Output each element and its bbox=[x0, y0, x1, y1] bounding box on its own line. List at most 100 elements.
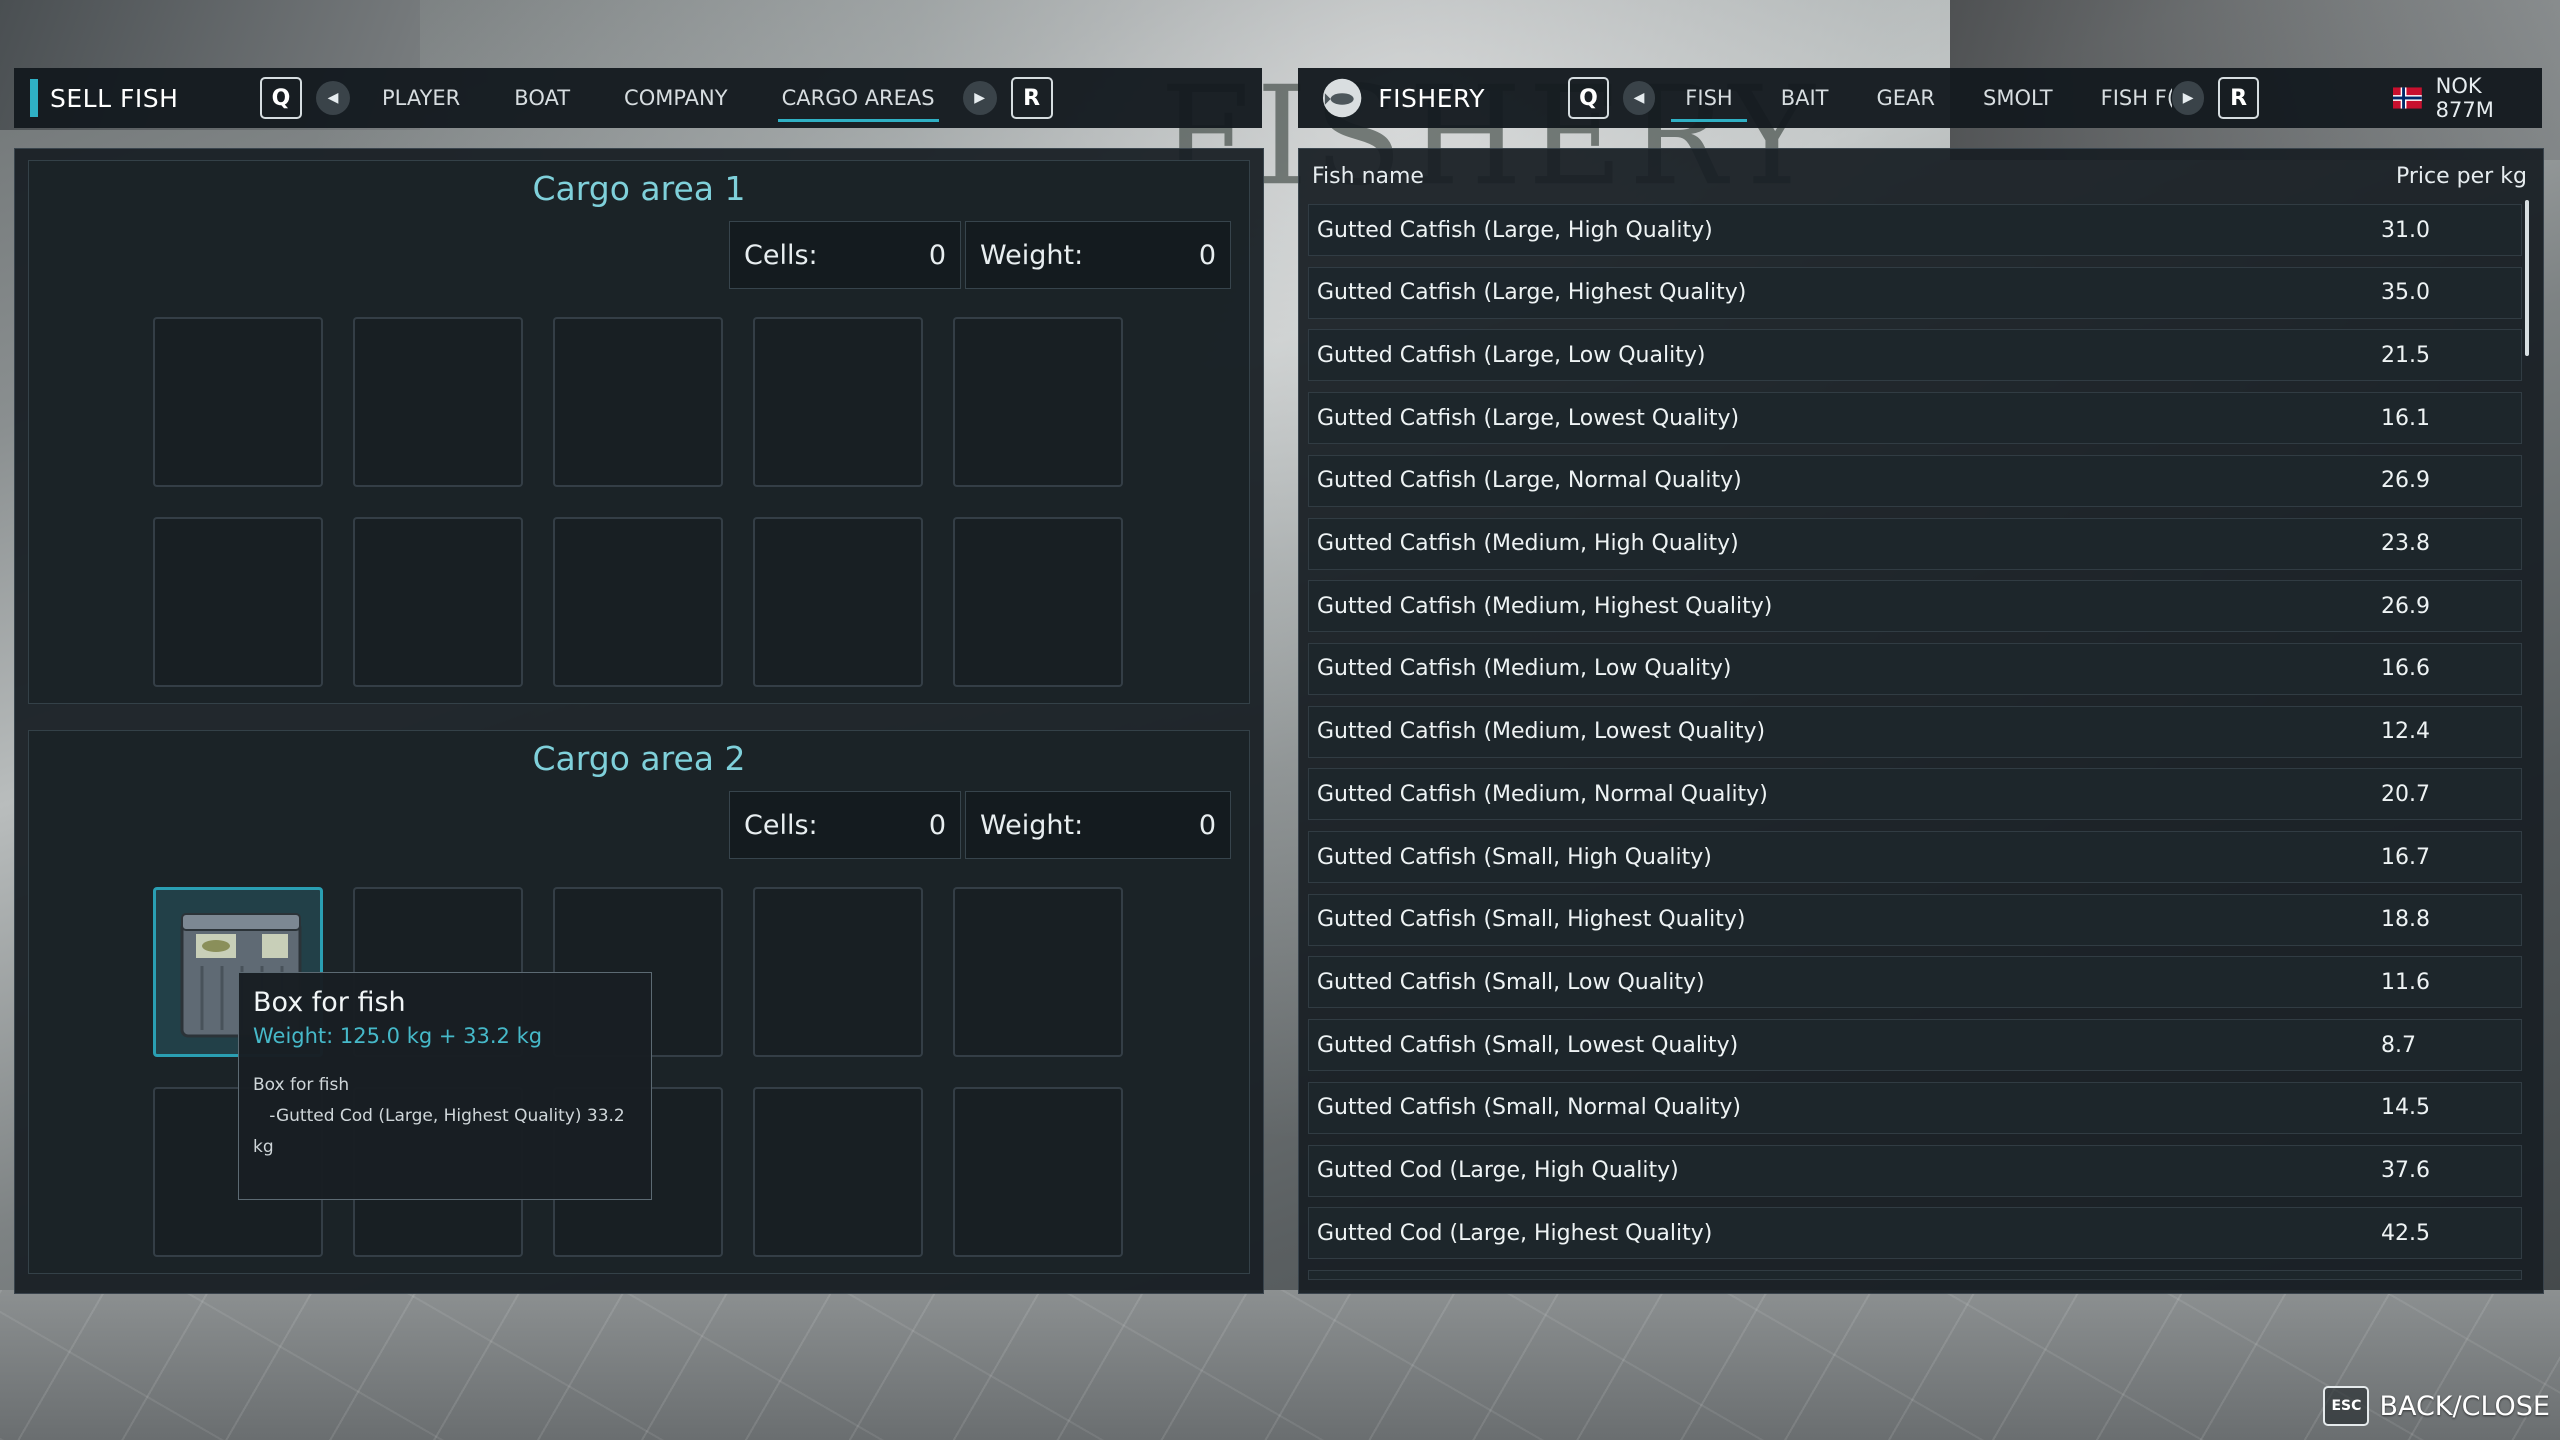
cargo-cell[interactable] bbox=[953, 1087, 1123, 1257]
fish-name: Gutted Catfish (Small, Lowest Quality) bbox=[1317, 1032, 1739, 1058]
cargo-area-title: Cargo area 1 bbox=[532, 169, 746, 208]
cargo-cell[interactable] bbox=[753, 317, 923, 487]
fish-price-row[interactable]: Gutted Catfish (Medium, Low Quality) 16.6 bbox=[1308, 642, 2522, 695]
weight-stat: Weight: 0 bbox=[965, 791, 1231, 859]
tab-boat[interactable]: BOAT bbox=[510, 68, 574, 128]
fishery-topbar: FISHERY Q ◀ FISH BAIT GEAR SMOLT FISH F(… bbox=[1298, 68, 2542, 128]
fish-name: Gutted Catfish (Large, High Quality) bbox=[1317, 217, 1713, 243]
fish-price: 16.7 bbox=[2381, 844, 2430, 870]
cells-label: Cells: bbox=[744, 239, 818, 271]
weight-value: 0 bbox=[1198, 239, 1216, 271]
tab-player[interactable]: PLAYER bbox=[378, 68, 464, 128]
fish-price-row[interactable]: Gutted Catfish (Medium, Highest Quality)… bbox=[1308, 580, 2522, 633]
prev-tab-key-q[interactable]: Q bbox=[1568, 77, 1609, 119]
fish-price-row[interactable]: Gutted Catfish (Small, Low Quality) 11.6 bbox=[1308, 956, 2522, 1009]
tab-cargo-areas[interactable]: CARGO AREAS bbox=[777, 68, 939, 128]
fish-price-row[interactable]: Gutted Catfish (Small, Lowest Quality) 8.… bbox=[1308, 1019, 2522, 1072]
next-tab-key-r[interactable]: R bbox=[1010, 77, 1053, 119]
weight-label: Weight: bbox=[980, 239, 1084, 271]
tab-fish-food[interactable]: FISH F( bbox=[2097, 68, 2172, 128]
next-tab-arrow-icon[interactable]: ▶ bbox=[2171, 81, 2205, 115]
sell-fish-title: SELL FISH bbox=[50, 83, 179, 113]
cargo-cell[interactable] bbox=[953, 317, 1123, 487]
sell-fish-topbar: SELL FISH Q ◀ PLAYER BOAT COMPANY CARGO … bbox=[14, 68, 1262, 128]
cargo-cell[interactable] bbox=[553, 317, 723, 487]
cargo-cell[interactable] bbox=[353, 517, 523, 687]
prev-tab-key-q[interactable]: Q bbox=[260, 77, 302, 119]
cargo-cell[interactable] bbox=[753, 887, 923, 1057]
back-close-label: BACK/CLOSE bbox=[2379, 1390, 2550, 1422]
tab-smolt[interactable]: SMOLT bbox=[1979, 68, 2057, 128]
tab-gear[interactable]: GEAR bbox=[1873, 68, 1940, 128]
fish-price: 23.8 bbox=[2381, 531, 2430, 556]
fish-name: Gutted Catfish (Small, Normal Quality) bbox=[1317, 1095, 1741, 1121]
fish-price-row[interactable]: Gutted Catfish (Medium, Lowest Quality) 1… bbox=[1308, 705, 2522, 758]
fish-name: Gutted Catfish (Large, Lowest Quality) bbox=[1317, 405, 1740, 431]
next-tab-key-r[interactable]: R bbox=[2218, 77, 2259, 119]
fish-name: Gutted Catfish (Medium, High Quality) bbox=[1317, 531, 1739, 556]
fish-price-row[interactable]: Gutted Catfish (Large, Low Quality) 21.5 bbox=[1308, 329, 2522, 382]
fish-price-row[interactable]: Gutted Catfish (Small, High Quality) 16.7 bbox=[1308, 831, 2522, 883]
fish-name: Gutted Catfish (Small, Low Quality) bbox=[1317, 969, 1705, 995]
weight-value: 0 bbox=[1198, 809, 1216, 841]
cells-stat: Cells: 0 bbox=[729, 221, 961, 289]
cargo-area-1: Cargo area 1 Cells: 0 Weight: 0 bbox=[28, 160, 1250, 704]
cargo-cell[interactable] bbox=[753, 517, 923, 687]
item-tooltip: Box for fish Weight: 125.0 kg + 33.2 kg … bbox=[238, 972, 652, 1200]
fish-price: 12.4 bbox=[2381, 719, 2430, 745]
fish-price: 16.1 bbox=[2381, 405, 2430, 431]
fish-price-row-partial bbox=[1308, 1269, 2522, 1280]
fish-price: 42.5 bbox=[2381, 1220, 2430, 1246]
esc-key-icon[interactable]: ESC bbox=[2323, 1386, 2370, 1426]
cargo-cell[interactable] bbox=[153, 517, 323, 687]
fish-price: 18.8 bbox=[2381, 907, 2430, 933]
list-scrollbar[interactable] bbox=[2525, 200, 2529, 356]
fish-name: Gutted Catfish (Medium, Lowest Quality) bbox=[1317, 719, 1766, 745]
tab-bait[interactable]: BAIT bbox=[1777, 68, 1833, 128]
cells-label: Cells: bbox=[744, 809, 818, 841]
fish-price: 16.6 bbox=[2381, 656, 2430, 682]
fish-price-row[interactable]: Gutted Catfish (Large, Normal Quality) 26… bbox=[1308, 454, 2522, 507]
tab-company[interactable]: COMPANY bbox=[620, 68, 732, 128]
header-fish-name: Fish name bbox=[1312, 164, 1424, 189]
fish-name: Gutted Catfish (Large, Normal Quality) bbox=[1317, 468, 1742, 494]
fish-price-row[interactable]: Gutted Catfish (Medium, Normal Quality) 2… bbox=[1308, 768, 2522, 821]
fish-price-row[interactable]: Gutted Catfish (Large, Highest Quality) 3… bbox=[1308, 266, 2522, 319]
cells-stat: Cells: 0 bbox=[729, 791, 961, 859]
fishery-logo-icon bbox=[1322, 78, 1362, 118]
fish-price-row[interactable]: Gutted Catfish (Large, Lowest Quality) 16… bbox=[1308, 392, 2522, 445]
weight-stat: Weight: 0 bbox=[965, 221, 1231, 289]
tooltip-line: -Gutted Cod (Large, Highest Quality) 33.… bbox=[253, 1106, 625, 1126]
fish-price-row[interactable]: Gutted Cod (Large, High Quality) 37.6 bbox=[1308, 1144, 2522, 1197]
cargo-cell[interactable] bbox=[353, 317, 523, 487]
cargo-cell[interactable] bbox=[153, 317, 323, 487]
header-price-per-kg: Price per kg bbox=[2396, 164, 2527, 189]
cargo-cell[interactable] bbox=[753, 1087, 923, 1257]
currency-balance: NOK 877M bbox=[2435, 74, 2494, 122]
cells-value: 0 bbox=[928, 809, 946, 841]
tooltip-body: Box for fish -Gutted Cod (Large, Highest… bbox=[253, 1070, 637, 1163]
fishery-title: FISHERY bbox=[1378, 83, 1486, 113]
back-close-control[interactable]: ESC BACK/CLOSE bbox=[2323, 1386, 2550, 1426]
accent-bar bbox=[30, 79, 38, 117]
fish-price-row[interactable]: Gutted Catfish (Large, High Quality) 31.0 bbox=[1308, 204, 2522, 256]
fish-price: 35.0 bbox=[2381, 280, 2430, 306]
fish-price-row[interactable]: Gutted Catfish (Small, Highest Quality) 1… bbox=[1308, 893, 2522, 946]
prev-tab-arrow-icon[interactable]: ◀ bbox=[316, 81, 350, 115]
fish-price: 14.5 bbox=[2381, 1095, 2430, 1121]
next-tab-arrow-icon[interactable]: ▶ bbox=[962, 81, 997, 115]
tab-fish[interactable]: FISH bbox=[1671, 68, 1748, 128]
background-floor bbox=[0, 1290, 2560, 1440]
cargo-cell[interactable] bbox=[553, 517, 723, 687]
fish-price-row[interactable]: Gutted Cod (Large, Highest Quality) 42.5 bbox=[1308, 1207, 2522, 1260]
cells-value: 0 bbox=[928, 239, 946, 271]
fish-name: Gutted Catfish (Large, Low Quality) bbox=[1317, 342, 1706, 368]
fish-name: Gutted Catfish (Small, Highest Quality) bbox=[1317, 907, 1746, 933]
cargo-cell[interactable] bbox=[953, 887, 1123, 1057]
fish-price-row[interactable]: Gutted Catfish (Medium, High Quality) 23.… bbox=[1308, 517, 2522, 570]
fish-price: 8.7 bbox=[2381, 1032, 2416, 1058]
fish-price-row[interactable]: Gutted Catfish (Small, Normal Quality) 14… bbox=[1308, 1081, 2522, 1134]
cargo-cell[interactable] bbox=[953, 517, 1123, 687]
prev-tab-arrow-icon[interactable]: ◀ bbox=[1622, 81, 1656, 115]
fish-name: Gutted Catfish (Large, Highest Quality) bbox=[1317, 280, 1747, 306]
